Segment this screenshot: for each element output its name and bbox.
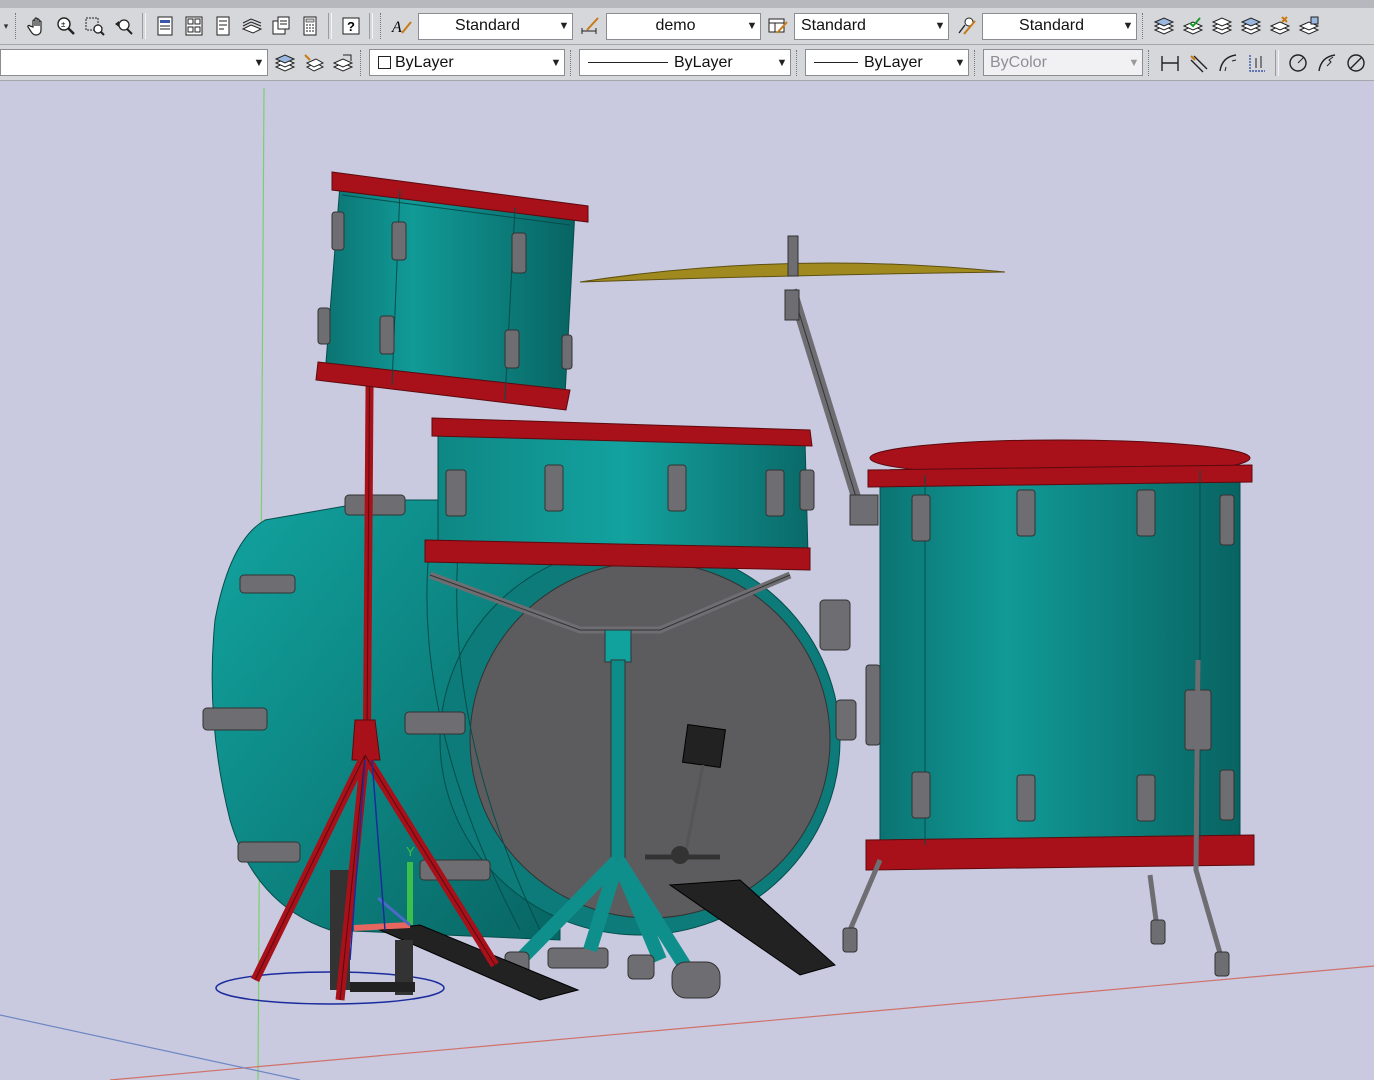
toolbar-separator	[1275, 49, 1279, 76]
floor-tom	[842, 439, 1255, 977]
help-icon[interactable]: ?	[337, 13, 364, 40]
chevron-down-icon: ▼	[934, 20, 946, 32]
svg-text:?: ?	[347, 19, 355, 34]
tool-palettes-icon[interactable]	[209, 13, 236, 40]
chevron-down-icon: ▼	[558, 20, 570, 32]
arc-length-icon[interactable]	[1214, 49, 1241, 76]
standard-toolbar: ▾ ± ? A Standard ▼ demo ▼ Standard ▼ Sta…	[0, 0, 1374, 45]
ucs-x-axis-line	[109, 965, 1374, 1080]
chevron-down-icon: ▼	[1122, 20, 1134, 32]
layer-isolate-icon[interactable]	[1237, 13, 1264, 40]
linetype-value: ByLayer	[674, 53, 733, 71]
high-tom	[315, 171, 589, 411]
layer-match-icon[interactable]	[1179, 13, 1206, 40]
sheet-set-icon[interactable]	[238, 13, 265, 40]
calculator-icon[interactable]	[296, 13, 323, 40]
toolbar-grip[interactable]	[15, 13, 19, 39]
text-style-value: Standard	[455, 17, 520, 34]
chevron-down-icon: ▼	[253, 56, 265, 69]
pan-icon[interactable]	[23, 13, 50, 40]
design-center-icon[interactable]	[180, 13, 207, 40]
toolbar-separator	[328, 13, 332, 39]
linear-dim-icon[interactable]	[1156, 49, 1183, 76]
linetype-dropdown[interactable]: ByLayer ▼	[579, 49, 791, 76]
chevron-down-icon: ▼	[776, 56, 788, 69]
linetype-preview	[588, 62, 668, 63]
dim-style-dropdown[interactable]: demo ▼	[606, 12, 761, 40]
middle-tom	[424, 417, 815, 571]
layers-properties-toolbar: ▼ ByLayer ▼ ByLayer ▼ ByLayer ▼ ByColor …	[0, 45, 1374, 81]
drawing-viewport[interactable]: Y	[0, 82, 1374, 1080]
layer-previous-icon[interactable]	[329, 49, 356, 76]
toolbar-grip[interactable]	[796, 49, 800, 76]
toolbar-grip[interactable]	[380, 13, 384, 39]
toolbar-overflow-icon[interactable]: ▾	[1, 13, 11, 40]
aligned-dim-icon[interactable]	[1185, 49, 1212, 76]
table-style-value: Standard	[801, 17, 866, 34]
toolbar-grip[interactable]	[1148, 49, 1152, 76]
toolbar-grip[interactable]	[974, 49, 978, 76]
text-style-dropdown[interactable]: Standard ▼	[418, 12, 573, 40]
multileader-style-value: Standard	[1019, 17, 1084, 34]
drum-kit-model: Y	[0, 87, 1374, 1080]
diameter-dim-icon[interactable]	[1342, 49, 1369, 76]
color-dropdown[interactable]: ByLayer ▼	[369, 49, 565, 76]
chevron-down-icon: ▼	[1128, 56, 1140, 69]
chevron-down-icon: ▼	[954, 56, 966, 69]
ordinate-dim-icon[interactable]	[1243, 49, 1270, 76]
layer-dropdown[interactable]: ▼	[0, 49, 268, 76]
color-swatch	[378, 56, 391, 69]
ucs-z-axis-line	[0, 1014, 301, 1080]
make-current-icon[interactable]	[300, 49, 327, 76]
layer-freeze-icon[interactable]	[1266, 13, 1293, 40]
multileader-style-dropdown[interactable]: Standard ▼	[982, 12, 1137, 40]
toolbar-grip[interactable]	[570, 49, 574, 76]
ucs-y-label: Y	[406, 844, 415, 859]
dim-style-value: demo	[655, 17, 696, 34]
svg-text:A: A	[391, 19, 402, 36]
layer-states-icon[interactable]	[1150, 13, 1177, 40]
layer-walk-icon[interactable]	[1295, 13, 1322, 40]
chevron-down-icon: ▼	[550, 56, 562, 69]
lineweight-dropdown[interactable]: ByLayer ▼	[805, 49, 969, 76]
toolbar-grip[interactable]	[1142, 13, 1146, 39]
chevron-down-icon: ▼	[746, 20, 758, 32]
zoom-window-icon[interactable]	[81, 13, 108, 40]
radius-dim-icon[interactable]	[1284, 49, 1311, 76]
text-style-icon[interactable]: A	[388, 13, 415, 40]
toolbar-separator	[142, 13, 146, 39]
svg-text:±: ±	[61, 20, 66, 29]
layer-previous-icon[interactable]	[1208, 13, 1235, 40]
markup-icon[interactable]	[267, 13, 294, 40]
toolbar-grip[interactable]	[360, 49, 364, 76]
table-style-icon[interactable]	[764, 13, 791, 40]
jogged-dim-icon[interactable]	[1313, 49, 1340, 76]
bass-drum-head	[469, 561, 831, 919]
toolbar-separator	[369, 13, 373, 39]
color-value: ByLayer	[395, 53, 454, 71]
lineweight-preview	[814, 62, 858, 63]
table-style-dropdown[interactable]: Standard ▼	[794, 12, 949, 40]
zoom-realtime-icon[interactable]: ±	[52, 13, 79, 40]
dim-style-icon[interactable]	[576, 13, 603, 40]
plot-style-dropdown: ByColor ▼	[983, 49, 1143, 76]
layer-properties-icon[interactable]	[271, 49, 298, 76]
lineweight-value: ByLayer	[864, 53, 923, 71]
properties-icon[interactable]	[151, 13, 178, 40]
plot-style-value: ByColor	[990, 53, 1047, 71]
zoom-previous-icon[interactable]	[110, 13, 137, 40]
multileader-style-icon[interactable]	[952, 13, 979, 40]
